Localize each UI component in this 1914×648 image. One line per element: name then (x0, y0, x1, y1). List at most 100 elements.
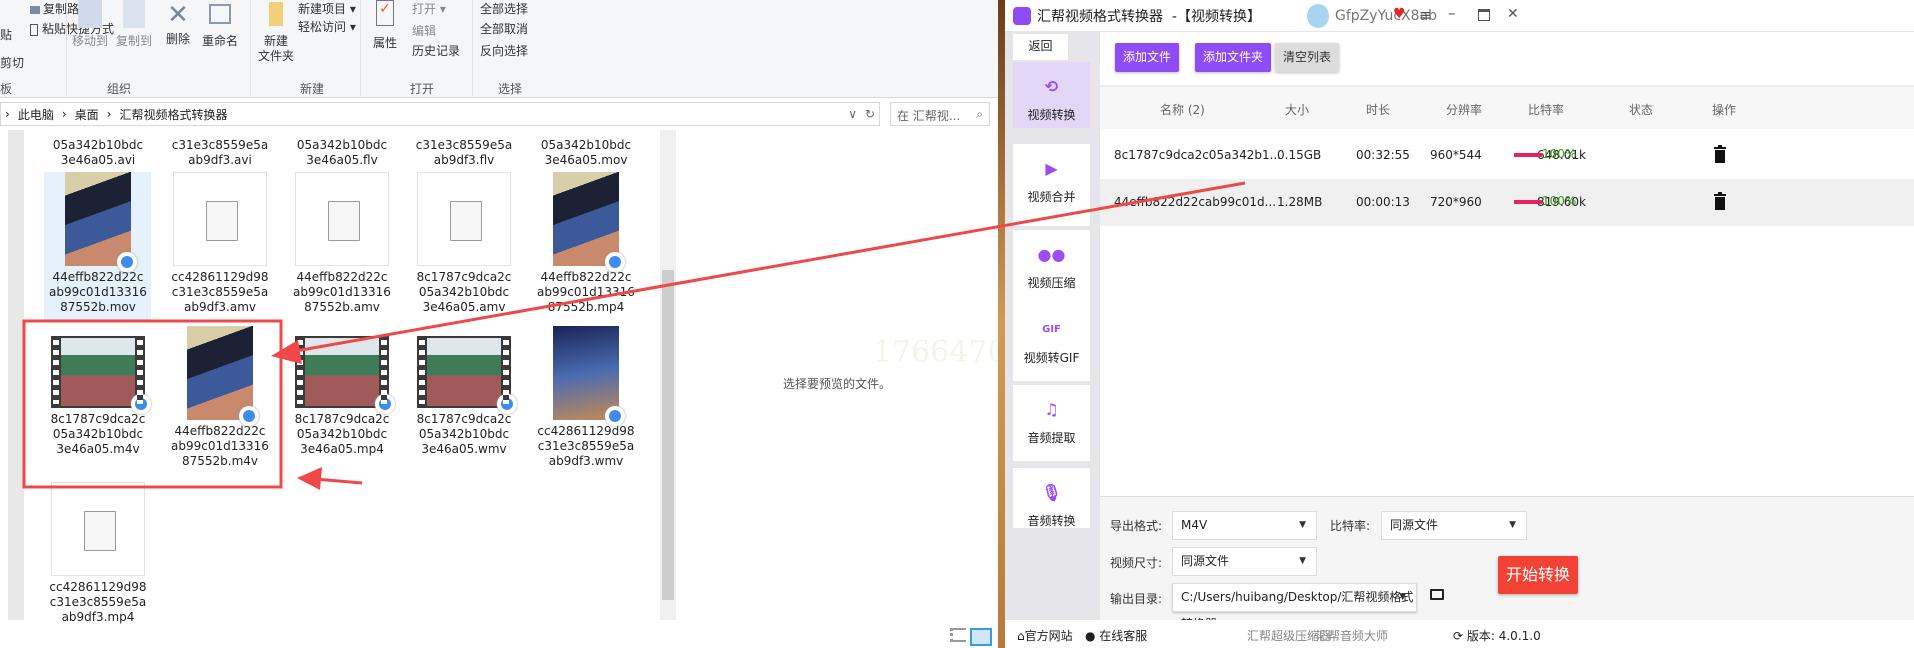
menu-icon[interactable]: ≡ (1419, 6, 1432, 24)
settings-panel: 导出格式: M4V ▼ 比特率: 同源文件 ▼ 视频尺寸: 同源文件 ▼ 输出目录: … (1100, 496, 1914, 631)
file-item[interactable]: 44effb822d22c ab99c01d13316 87552b.amv (289, 172, 395, 315)
sidebar-item[interactable]: ⟲ 视频转换 (1013, 62, 1090, 128)
online-support-label: 在线客服 (1099, 629, 1148, 643)
properties-check-icon: ✓ (376, 0, 394, 26)
file-item[interactable]: 05a342b10bdc 3e46a05.flv (289, 138, 395, 168)
online-support-link[interactable]: ● 在线客服 (1085, 627, 1147, 644)
table-row[interactable]: 44effb822d22cab99c01d... 1.28MB 00:00:13 72… (1100, 179, 1914, 226)
file-name: c31e3c8559e5a ab9df3.avi (171, 138, 269, 167)
back-button[interactable]: 返回 (1013, 34, 1068, 60)
column-header: 名称 (2) (1160, 103, 1205, 117)
new-folder-button[interactable]: 新建 文件夹 (256, 0, 296, 64)
breadcrumb-folder[interactable]: 汇帮视频格式转换器 (119, 106, 227, 123)
file-item[interactable]: 8c1787c9dca2c 05a342b10bdc 3e46a05.mp4 (289, 326, 395, 457)
format-select[interactable]: M4V ▼ (1172, 511, 1317, 540)
file-name: 44effb822d22c ab99c01d13316 87552b.mov (49, 270, 147, 314)
status-percent: 100% (1542, 147, 1577, 161)
select-none-button[interactable]: 全部取消 (480, 20, 528, 37)
file-name: 8c1787c9dca2c 05a342b10bdc 3e46a05.m4v (50, 412, 146, 456)
file-item[interactable]: cc42861129d98 c31e3c8559e5a ab9df3.wmv (533, 326, 639, 469)
file-item[interactable]: c31e3c8559e5a ab9df3.avi (167, 138, 273, 168)
player-badge-icon (497, 394, 517, 414)
trash-icon[interactable] (1713, 191, 1727, 211)
breadcrumb-desktop[interactable]: 桌面 (75, 106, 99, 123)
open-button[interactable]: 打开 ▾ (412, 0, 446, 17)
video-thumbnail-icon (65, 172, 137, 272)
gif-icon: GIF (1042, 323, 1061, 335)
file-name: 44effb822d22c ab99c01d13316 87552b.amv (293, 270, 391, 314)
sidebar-item[interactable]: ●● 视频压缩 (1013, 230, 1090, 305)
file-item[interactable]: 8c1787c9dca2c 05a342b10bdc 3e46a05.amv (411, 172, 517, 315)
search-input[interactable]: 在 汇帮视... ⌕ (890, 102, 990, 126)
large-icons-view-icon[interactable] (970, 628, 992, 646)
bitrate-select[interactable]: 同源文件 ▼ (1381, 511, 1527, 540)
add-file-button[interactable]: 添加文件 (1115, 43, 1180, 72)
audio-master-link[interactable]: 汇帮音频大师 (1316, 627, 1388, 644)
footer: ⌂官方网站 ● 在线客服 汇帮超级压缩器 汇帮音频大师 ⟳ 版本: 4.0.1.… (1005, 620, 1914, 648)
file-item[interactable]: 44effb822d22c ab99c01d13316 87552b.mov (45, 172, 151, 315)
file-item[interactable]: 44effb822d22c ab99c01d13316 87552b.m4v (167, 326, 273, 469)
sidebar-item[interactable]: ♫ 音频提取 (1013, 385, 1090, 461)
output-dir-select[interactable]: C:/Users/huibang/Desktop/汇帮视频格式转换器▼ (1172, 583, 1417, 631)
add-folder-button[interactable]: 添加文件夹 (1195, 43, 1272, 72)
paste-button[interactable]: 贴 (0, 26, 12, 43)
table-row[interactable]: 8c1787c9dca2c05a342b1... 0.15GB 00:32:55 96… (1100, 132, 1914, 179)
details-view-icon[interactable] (950, 628, 966, 642)
edit-button[interactable]: 编辑 (412, 22, 436, 39)
cell-name: 44effb822d22cab99c01d... (1114, 195, 1277, 209)
sidebar-item-label: 音频转换 (1027, 514, 1076, 528)
nav-pane-scrollbar[interactable] (8, 130, 24, 620)
folder-open-icon[interactable] (1430, 589, 1444, 600)
sidebar-item[interactable]: 🎙 音频转换 (1013, 468, 1090, 528)
select-all-button[interactable]: 全部选择 (480, 0, 528, 17)
sidebar-item[interactable]: GIF 视频转GIF (1013, 305, 1090, 381)
view-buttons (950, 628, 992, 646)
size-label: 视频尺寸: (1110, 556, 1163, 570)
file-item[interactable]: cc42861129d98 c31e3c8559e5a ab9df3.amv (167, 172, 273, 315)
search-icon: ⌕ (976, 107, 983, 121)
clear-list-button[interactable]: 清空列表 (1275, 43, 1340, 72)
new-item-button[interactable]: 新建项目 ▾ (298, 0, 356, 17)
move-to-button[interactable]: 移动到 (70, 0, 110, 49)
start-convert-button[interactable]: 开始转换 (1498, 556, 1578, 594)
copy-icon (123, 0, 145, 28)
copy-to-label: 复制到 (115, 34, 152, 48)
close-icon[interactable]: ✕ (1507, 6, 1519, 22)
file-name: 8c1787c9dca2c 05a342b10bdc 3e46a05.wmv (416, 412, 512, 456)
trash-icon[interactable] (1713, 144, 1727, 164)
refresh-icon[interactable]: ↻ (865, 107, 875, 121)
file-item[interactable]: 05a342b10bdc 3e46a05.mov (533, 138, 639, 168)
official-site-link[interactable]: ⌂官方网站 (1017, 627, 1073, 644)
player-badge-icon (117, 252, 137, 272)
file-item[interactable]: 8c1787c9dca2c 05a342b10bdc 3e46a05.m4v (45, 326, 151, 457)
easy-access-button[interactable]: 轻松访问 ▾ (298, 18, 356, 35)
file-item[interactable]: 8c1787c9dca2c 05a342b10bdc 3e46a05.wmv (411, 326, 517, 457)
rename-button[interactable]: 重命名 (200, 0, 240, 49)
minimize-icon[interactable]: – (1448, 4, 1456, 22)
file-item[interactable]: c31e3c8559e5a ab9df3.flv (411, 138, 517, 168)
blank-file-icon (417, 172, 511, 266)
avatar[interactable] (1307, 4, 1329, 28)
dropdown-icon[interactable]: ∨ (848, 107, 857, 121)
vip-badge-icon[interactable]: ♥ (1393, 6, 1406, 22)
properties-button[interactable]: ✓ 属性 (370, 0, 400, 51)
file-item[interactable]: cc42861129d98 c31e3c8559e5a ab9df3.mp4 (45, 482, 151, 625)
file-item[interactable]: 44effb822d22c ab99c01d13316 87552b.mp4 (533, 172, 639, 315)
history-button[interactable]: 历史记录 (412, 42, 460, 59)
delete-button[interactable]: ✕ 删除 (162, 0, 194, 47)
size-select[interactable]: 同源文件 ▼ (1172, 547, 1317, 576)
breadcrumb-this-pc[interactable]: 此电脑 (18, 106, 54, 123)
address-bar[interactable]: › 此电脑 › 桌面 › 汇帮视频格式转换器 ∨ ↻ (0, 102, 880, 126)
copy-to-button[interactable]: 复制到 (114, 0, 154, 49)
invert-selection-button[interactable]: 反向选择 (480, 42, 528, 59)
sidebar-item[interactable]: ▶ 视频合并 (1013, 144, 1090, 226)
version-info[interactable]: ⟳ 版本: 4.0.1.0 (1453, 627, 1541, 644)
microphone-icon: 🎙 (1041, 482, 1062, 502)
window-title: 汇帮视频格式转换器 -【视频转换】 (1037, 8, 1261, 25)
cut-button[interactable]: 剪切 (0, 54, 24, 71)
file-item[interactable]: 05a342b10bdc 3e46a05.avi (45, 138, 151, 168)
video-thumbnail-icon (51, 336, 151, 414)
maximize-icon[interactable] (1478, 9, 1490, 21)
title-bar: 汇帮视频格式转换器 -【视频转换】 GfpZyYucX8ab ♥ ≡ – ✕ (1005, 0, 1914, 32)
scrollbar-thumb[interactable] (662, 270, 674, 600)
